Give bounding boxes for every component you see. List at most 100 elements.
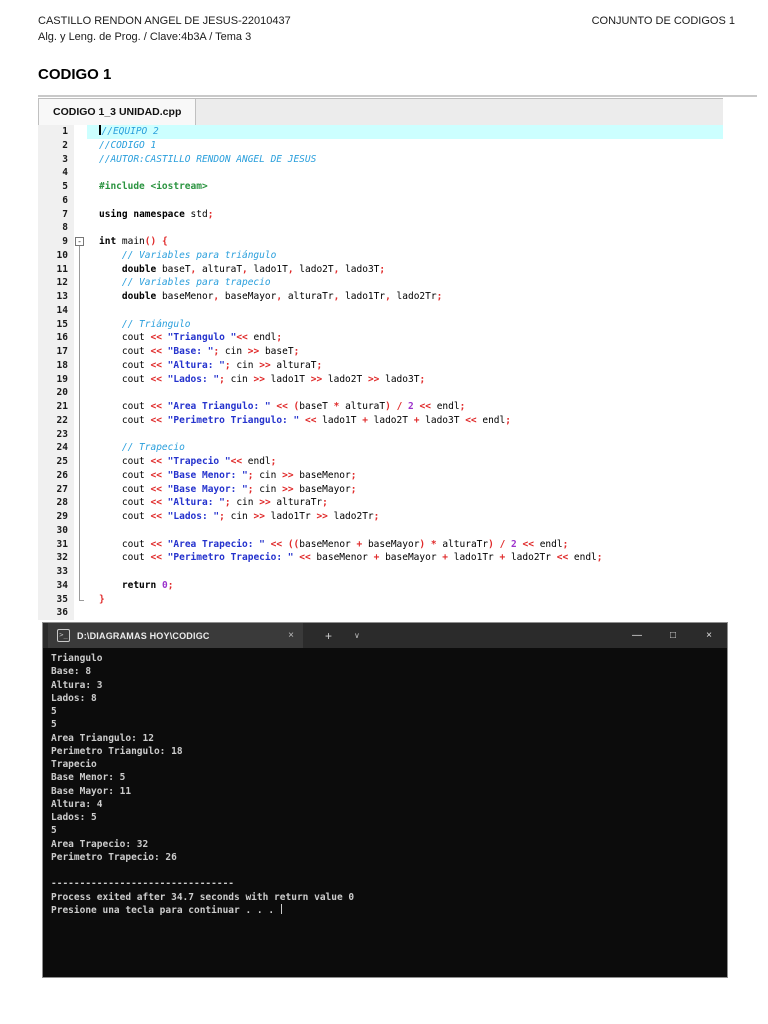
fold-gutter bbox=[74, 139, 87, 153]
console-line: Area Triangulo: 12 bbox=[51, 732, 154, 744]
code-line: 22 cout << "Perimetro Triangulo: " << la… bbox=[38, 413, 723, 428]
section-title: CODIGO 1 bbox=[38, 66, 112, 83]
fold-gutter bbox=[74, 386, 87, 400]
line-number: 19 bbox=[38, 372, 74, 387]
code-line: 6 bbox=[38, 193, 723, 208]
fold-gutter bbox=[74, 125, 87, 139]
code-text: double baseMenor, baseMayor, alturaTr, l… bbox=[121, 291, 443, 302]
fold-gutter bbox=[74, 180, 87, 194]
fold-gutter bbox=[74, 358, 87, 373]
code-line: 27 cout << "Base Mayor: "; cin >> baseMa… bbox=[38, 482, 723, 497]
document-header: CASTILLO RENDON ANGEL DE JESUS-22010437 … bbox=[38, 15, 735, 27]
tab-close-icon[interactable]: × bbox=[288, 630, 294, 641]
code-text: cout << "Area Trapecio: " << ((baseMenor… bbox=[99, 538, 569, 550]
fold-gutter bbox=[74, 372, 87, 387]
code-line: 2 //CODIGO 1 bbox=[38, 138, 723, 153]
code-line: 21 cout << "Area Triangulo: " << (baseT … bbox=[38, 400, 723, 414]
code-text: } bbox=[99, 593, 105, 605]
header-divider bbox=[38, 95, 757, 97]
fold-gutter bbox=[74, 468, 87, 483]
code-text: cout << "Lados: "; cin >> lado1Tr >> lad… bbox=[99, 511, 380, 522]
line-number: 2 bbox=[38, 138, 74, 153]
code-line: 5 #include <iostream> bbox=[38, 180, 723, 194]
terminal-tab[interactable]: >_ D:\DIAGRAMAS HOY\CODIGC × bbox=[48, 623, 303, 648]
code-line: 9- int main() { bbox=[38, 235, 723, 249]
line-number: 6 bbox=[38, 193, 74, 208]
code-text: //CODIGO 1 bbox=[99, 139, 157, 151]
console-line: Perimetro Triangulo: 18 bbox=[51, 745, 183, 757]
console-line: Altura: 4 bbox=[51, 798, 103, 810]
console-line: Trapecio bbox=[51, 759, 97, 770]
close-icon[interactable]: × bbox=[691, 630, 727, 641]
line-number: 13 bbox=[38, 290, 74, 304]
line-number: 16 bbox=[38, 331, 74, 345]
code-line: 31 cout << "Area Trapecio: " << ((baseMe… bbox=[38, 537, 723, 552]
fold-gutter bbox=[74, 578, 87, 593]
fold-gutter bbox=[74, 455, 87, 469]
code-line: 26 cout << "Base Menor: "; cin >> baseMe… bbox=[38, 468, 723, 483]
code-text: #include <iostream> bbox=[99, 181, 208, 192]
code-line: 20 bbox=[38, 386, 723, 400]
line-number: 20 bbox=[38, 386, 74, 400]
code-line: 12 // Variables para trapecio bbox=[38, 276, 723, 290]
code-line: 8 bbox=[38, 221, 723, 235]
code-text: cout << "Base Mayor: "; cin >> baseMayor… bbox=[99, 483, 357, 495]
console-line: Base: 8 bbox=[51, 666, 92, 678]
line-number: 1 bbox=[38, 125, 74, 139]
code-line: 28 cout << "Altura: "; cin >> alturaTr; bbox=[38, 496, 723, 510]
console-line: 5 bbox=[51, 825, 57, 837]
editor-tab-label: CODIGO 1_3 UNIDAD.cpp bbox=[53, 106, 182, 118]
fold-collapse-icon[interactable]: - bbox=[75, 237, 84, 246]
fold-marker[interactable]: - bbox=[74, 235, 87, 249]
maximize-icon[interactable]: □ bbox=[655, 630, 691, 641]
student-name: CASTILLO RENDON ANGEL DE JESUS-22010437 bbox=[38, 15, 291, 27]
code-text: cout << "Trapecio "<< endl; bbox=[99, 456, 277, 467]
terminal-output[interactable]: Triangulo Base: 8 Altura: 3 Lados: 8 5 5 Area … bbox=[43, 648, 727, 917]
line-number: 29 bbox=[38, 510, 74, 524]
code-text: // Trapecio bbox=[99, 442, 185, 454]
code-text: cout << "Perimetro Trapecio: " << baseMe… bbox=[99, 552, 603, 564]
editor-tab-bar: CODIGO 1_3 UNIDAD.cpp bbox=[38, 98, 723, 125]
fold-gutter bbox=[74, 510, 87, 524]
terminal-tab-title: D:\DIAGRAMAS HOY\CODIGC bbox=[77, 630, 210, 641]
line-number: 35 bbox=[38, 592, 74, 607]
code-line: 18 cout << "Altura: "; cin >> alturaT; bbox=[38, 358, 723, 373]
editor-tab[interactable]: CODIGO 1_3 UNIDAD.cpp bbox=[38, 99, 197, 125]
code-text: cout << "Altura: "; cin >> alturaT; bbox=[99, 359, 323, 371]
code-line: 19 cout << "Lados: "; cin >> lado1T >> l… bbox=[38, 372, 723, 387]
code-text: cout << "Base: "; cin >> baseT; bbox=[99, 346, 300, 357]
code-text: double baseT, alturaT, lado1T, lado2T, l… bbox=[121, 263, 386, 275]
line-number: 34 bbox=[38, 578, 74, 593]
code-line: 16 cout << "Triangulo "<< endl; bbox=[38, 331, 723, 345]
fold-gutter bbox=[74, 345, 87, 359]
code-line: 34 return 0; bbox=[38, 578, 723, 593]
minimize-icon[interactable]: — bbox=[619, 630, 655, 641]
line-number: 15 bbox=[38, 317, 74, 332]
code-line: 13 double baseMenor, baseMayor, alturaTr… bbox=[38, 290, 723, 304]
fold-gutter bbox=[74, 276, 87, 290]
fold-gutter bbox=[74, 551, 87, 565]
code-area[interactable]: 1 //EQUIPO 2 2 //CODIGO 1 3 //AUTOR:CASTILLO … bbox=[38, 125, 723, 620]
code-text: // Variables para trapecio bbox=[99, 277, 271, 289]
code-line: 25 cout << "Trapecio "<< endl; bbox=[38, 455, 723, 469]
chevron-down-icon[interactable]: ∨ bbox=[354, 631, 360, 640]
code-line: 35} bbox=[38, 592, 723, 607]
fold-gutter bbox=[74, 496, 87, 510]
fold-gutter bbox=[74, 166, 87, 180]
fold-gutter bbox=[74, 303, 87, 318]
console-line: Presione una tecla para continuar . . . bbox=[51, 903, 282, 916]
console-line: Altura: 3 bbox=[51, 679, 103, 691]
line-number: 8 bbox=[38, 221, 74, 235]
line-number: 23 bbox=[38, 427, 74, 442]
line-number: 17 bbox=[38, 345, 74, 359]
line-number: 33 bbox=[38, 565, 74, 579]
fold-gutter bbox=[74, 523, 87, 538]
code-line: 17 cout << "Base: "; cin >> baseT; bbox=[38, 345, 723, 359]
new-tab-icon[interactable]: + bbox=[325, 629, 332, 643]
